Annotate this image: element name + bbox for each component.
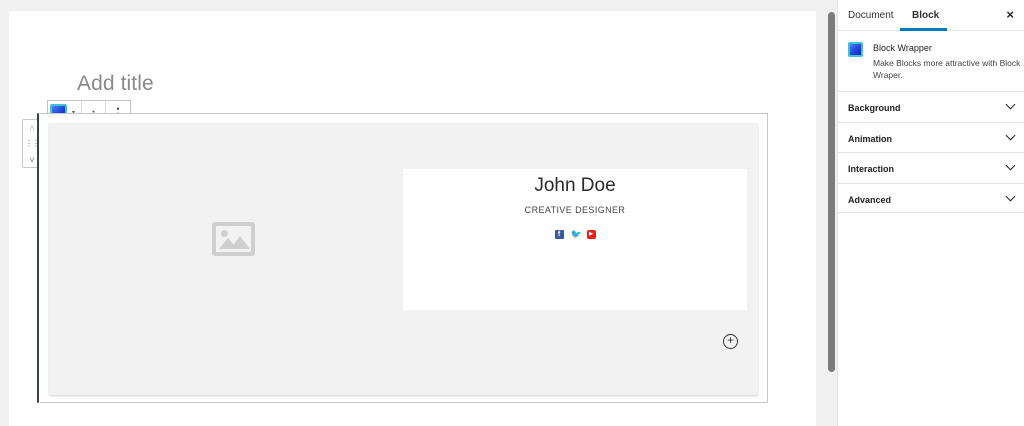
panel-label: Background [848, 103, 901, 113]
panel-label: Advanced [848, 194, 892, 205]
settings-sidebar: Document Block × Block Wrapper Make Bloc… [837, 0, 1024, 426]
block-title: Block Wrapper [873, 43, 932, 53]
tab-block[interactable]: Block [912, 10, 939, 21]
scrollbar-thumb[interactable] [828, 12, 835, 372]
active-tab-indicator [900, 28, 947, 31]
panel-background[interactable]: Background [838, 91, 1024, 122]
post-title-input[interactable]: Add title [77, 72, 154, 96]
panel-interaction[interactable]: Interaction [838, 152, 1024, 183]
social-links: f 🐦 ▶ [403, 230, 747, 239]
panel-advanced[interactable]: Advanced [838, 182, 1024, 213]
block-wrapper-icon [848, 42, 863, 57]
tab-document[interactable]: Document [848, 10, 894, 21]
sidebar-tabs: Document Block × [838, 0, 1024, 31]
image-placeholder-icon[interactable] [212, 222, 255, 256]
panel-label: Animation [848, 133, 892, 144]
youtube-icon[interactable]: ▶ [586, 230, 596, 239]
panel-label: Interaction [848, 164, 895, 174]
profile-name[interactable]: John Doe [403, 175, 747, 197]
facebook-icon[interactable]: f [554, 230, 564, 239]
panel-animation[interactable]: Animation [838, 121, 1024, 153]
twitter-icon[interactable]: 🐦 [571, 230, 582, 239]
profile-role[interactable]: CREATIVE DESIGNER [403, 205, 747, 215]
add-block-button[interactable]: + [723, 334, 738, 349]
chevron-down-icon [1005, 160, 1016, 171]
chevron-down-icon [1005, 191, 1016, 201]
chevron-down-icon [1005, 130, 1016, 140]
chevron-down-icon [1005, 99, 1016, 110]
block-description: Make Blocks more attractive with Block W… [873, 58, 1021, 80]
settings-panels: Background Animation Interaction Advance… [838, 91, 1024, 213]
block-wrapper-content[interactable]: John Doe CREATIVE DESIGNER f 🐦 ▶ + [49, 123, 758, 395]
close-sidebar-button[interactable]: × [1006, 7, 1014, 22]
profile-card: John Doe CREATIVE DESIGNER f 🐦 ▶ [403, 169, 747, 310]
